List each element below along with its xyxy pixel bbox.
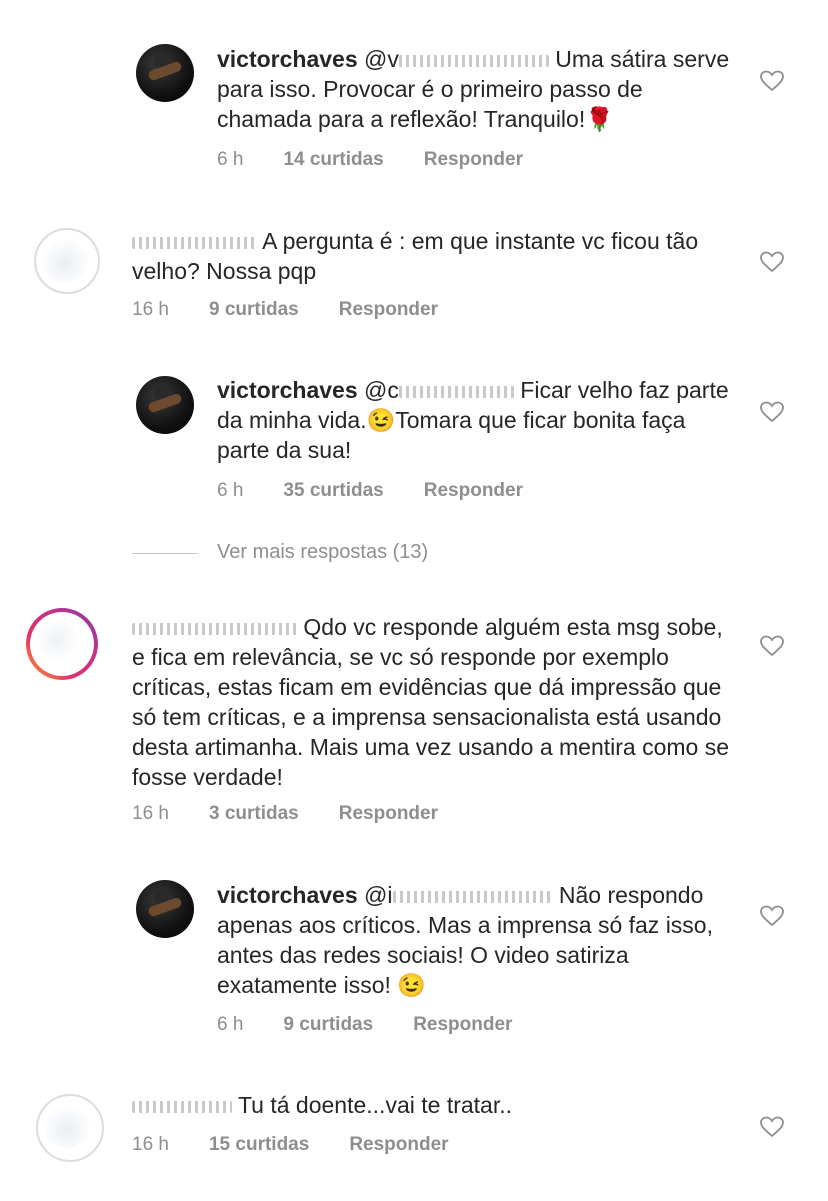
heart-outline-icon[interactable] <box>760 1116 784 1138</box>
avatar[interactable] <box>136 44 194 102</box>
username[interactable]: victorchaves <box>217 377 358 403</box>
comment-meta: 6 h 35 curtidas Responder <box>217 480 523 502</box>
comment-text: A pergunta é : em que instante vc ficou … <box>132 226 732 286</box>
mention[interactable]: @v <box>364 46 549 72</box>
timestamp: 6 h <box>217 480 244 501</box>
mention[interactable]: @c <box>364 377 514 403</box>
reply-button[interactable]: Responder <box>413 1014 512 1036</box>
comment-meta: 16 h 9 curtidas Responder <box>132 299 438 321</box>
comment-body: Tu tá doente...vai te tratar.. <box>237 1092 513 1118</box>
heart-outline-icon[interactable] <box>760 401 784 423</box>
likes-count[interactable]: 35 curtidas <box>283 480 383 502</box>
username[interactable] <box>132 228 257 254</box>
username[interactable]: victorchaves <box>217 46 358 72</box>
likes-count[interactable]: 9 curtidas <box>283 1014 373 1036</box>
avatar[interactable] <box>136 880 194 938</box>
timestamp: 6 h <box>217 1014 244 1035</box>
reply-button[interactable]: Responder <box>339 803 438 825</box>
comment-meta: 6 h 14 curtidas Responder <box>217 149 523 171</box>
timestamp: 6 h <box>217 149 244 170</box>
likes-count[interactable]: 15 curtidas <box>209 1134 309 1156</box>
reply-button[interactable]: Responder <box>349 1134 448 1156</box>
timestamp: 16 h <box>132 803 169 824</box>
heart-outline-icon[interactable] <box>760 251 784 273</box>
comment-meta: 6 h 9 curtidas Responder <box>217 1014 512 1036</box>
heart-outline-icon[interactable] <box>760 70 784 92</box>
avatar[interactable] <box>136 376 194 434</box>
comment-text: victorchaves @v Uma sátira serve para is… <box>217 44 737 134</box>
comment-body: Qdo vc responde alguém esta msg sobe, e … <box>132 614 730 790</box>
comment-text: victorchaves @i Não respondo apenas aos … <box>217 880 737 1000</box>
likes-count[interactable]: 9 curtidas <box>209 299 299 321</box>
comment-text: Tu tá doente...vai te tratar.. <box>132 1090 732 1120</box>
username[interactable] <box>132 614 297 640</box>
mention[interactable]: @i <box>364 882 553 908</box>
comment-text: Qdo vc responde alguém esta msg sobe, e … <box>132 612 732 792</box>
username[interactable] <box>132 1092 232 1118</box>
comment-text: victorchaves @c Ficar velho faz parte da… <box>217 375 737 465</box>
heart-outline-icon[interactable] <box>760 905 784 927</box>
timestamp: 16 h <box>132 1134 169 1155</box>
username[interactable]: victorchaves <box>217 882 358 908</box>
divider <box>132 553 198 554</box>
avatar[interactable] <box>26 608 98 680</box>
comment-meta: 16 h 15 curtidas Responder <box>132 1134 449 1156</box>
reply-button[interactable]: Responder <box>339 299 438 321</box>
likes-count[interactable]: 14 curtidas <box>283 149 383 171</box>
avatar[interactable] <box>34 228 100 294</box>
reply-button[interactable]: Responder <box>424 149 523 171</box>
likes-count[interactable]: 3 curtidas <box>209 803 299 825</box>
avatar[interactable] <box>36 1094 104 1162</box>
view-more-replies-button[interactable]: Ver mais respostas (13) <box>217 541 428 564</box>
heart-outline-icon[interactable] <box>760 635 784 657</box>
comment-meta: 16 h 3 curtidas Responder <box>132 803 438 825</box>
reply-button[interactable]: Responder <box>424 480 523 502</box>
timestamp: 16 h <box>132 299 169 320</box>
